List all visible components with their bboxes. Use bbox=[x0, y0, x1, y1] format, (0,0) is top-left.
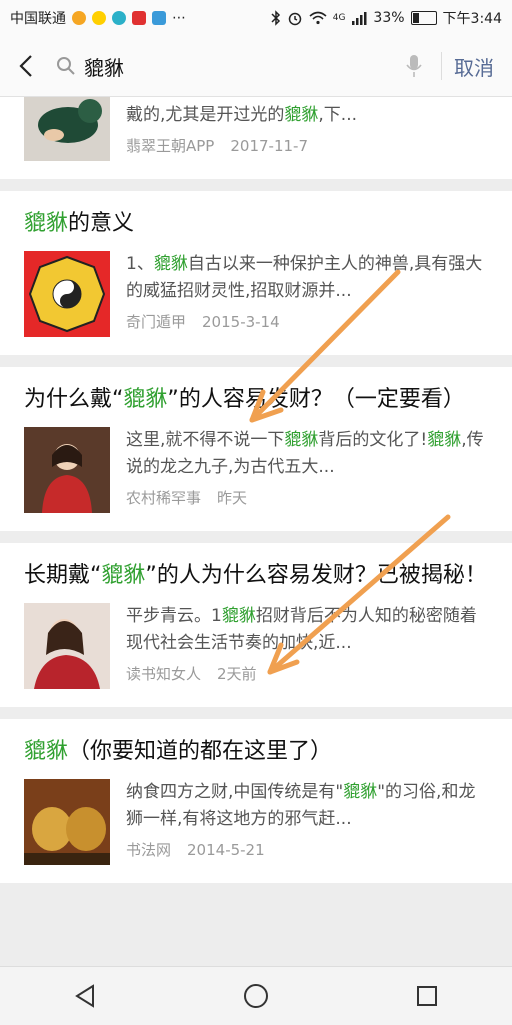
carrier-label: 中国联通 bbox=[10, 11, 66, 27]
search-input[interactable]: 貔貅 bbox=[46, 46, 429, 86]
chevron-left-icon bbox=[19, 55, 32, 77]
keyword-highlight: 貔貅 bbox=[24, 739, 69, 764]
keyword-highlight: 貔貅 bbox=[284, 105, 319, 125]
result-meta: 读书知女人 2天前 bbox=[126, 663, 488, 684]
result-date: 2天前 bbox=[217, 665, 257, 683]
text-segment: ”的人为什么容易发财？已被揭秘！ bbox=[145, 563, 487, 588]
result-title: 貔貅（你要知道的都在这里了） bbox=[24, 719, 488, 769]
keyword-highlight: 貔貅 bbox=[101, 563, 146, 588]
text-segment: 这里,就不得不说一下 bbox=[126, 430, 285, 450]
result-meta: 翡翠王朝APP 2017-11-7 bbox=[126, 135, 488, 156]
wifi-icon bbox=[309, 11, 327, 25]
result-thumbnail bbox=[24, 603, 110, 689]
nav-back-button[interactable] bbox=[55, 967, 115, 1025]
app-notification-icon bbox=[72, 11, 86, 25]
search-result-card[interactable]: 貔貅的意义 1、貔貅自古以来一种保护主人的神兽,具有强大的威猛招财灵性,招取财源并… bbox=[0, 191, 512, 355]
result-source: 书法网 bbox=[126, 841, 172, 859]
result-thumbnail bbox=[24, 779, 110, 865]
circle-home-icon bbox=[243, 984, 268, 1008]
text-segment: ,下... bbox=[318, 105, 358, 125]
app-notification-icon bbox=[92, 11, 106, 25]
triangle-back-icon bbox=[75, 984, 95, 1008]
voice-input-button[interactable] bbox=[399, 54, 429, 78]
result-source: 农村稀罕事 bbox=[126, 489, 202, 507]
bluetooth-icon bbox=[271, 10, 280, 26]
result-meta: 书法网 2014-5-21 bbox=[126, 839, 488, 860]
result-source: 翡翠王朝APP bbox=[126, 137, 215, 155]
result-source: 奇门遁甲 bbox=[126, 313, 187, 331]
back-button[interactable] bbox=[6, 36, 46, 96]
result-snippet: 这里,就不得不说一下貔貅背后的文化了!貔貅,传说的龙之九子,为古代五大... bbox=[126, 427, 488, 481]
square-recents-icon bbox=[416, 986, 437, 1006]
result-meta: 农村稀罕事 昨天 bbox=[126, 487, 488, 508]
result-date: 2014-5-21 bbox=[187, 841, 265, 859]
system-nav-bar bbox=[0, 966, 512, 1025]
text-segment: 的意义 bbox=[68, 211, 135, 236]
cancel-button[interactable]: 取消 bbox=[454, 52, 494, 81]
result-source: 读书知女人 bbox=[126, 665, 202, 683]
text-segment: 长期戴“ bbox=[24, 563, 102, 588]
text-segment: 平步青云。1 bbox=[126, 606, 222, 626]
search-result-card[interactable]: 长期戴“貔貅”的人为什么容易发财？已被揭秘！ 平步青云。1貔貅招财背后不为人知的秘… bbox=[0, 543, 512, 707]
result-date: 2015-3-14 bbox=[202, 313, 280, 331]
search-result-card[interactable]: 为什么戴“貔貅”的人容易发财？（一定要看） 这里,就不得不说一下貔貅背后的文化了!… bbox=[0, 367, 512, 531]
text-segment: 1、 bbox=[126, 254, 154, 274]
nav-home-button[interactable] bbox=[226, 967, 286, 1025]
microphone-icon bbox=[406, 55, 422, 77]
battery-percent: 33% bbox=[373, 10, 405, 26]
search-result-card[interactable]: 又能养生辟邪。可是,貔貅也不是所有人都适合戴的,尤其是开过光的貔貅,下... 翡翠… bbox=[0, 97, 512, 179]
keyword-highlight: 貔貅 bbox=[427, 430, 462, 450]
keyword-highlight: 貔貅 bbox=[24, 211, 69, 236]
search-query: 貔貅 bbox=[84, 55, 124, 80]
result-title: 长期戴“貔貅”的人为什么容易发财？已被揭秘！ bbox=[24, 543, 488, 593]
text-segment: 纳食四方之财,中国传统是有" bbox=[126, 782, 344, 802]
search-result-card[interactable]: 貔貅（你要知道的都在这里了） 纳食四方之财,中国传统是有"貔貅"的习俗,和龙狮一样… bbox=[0, 719, 512, 883]
keyword-highlight: 貔貅 bbox=[343, 782, 378, 802]
search-icon bbox=[57, 57, 75, 75]
app-notification-icon bbox=[132, 11, 146, 25]
result-snippet: 纳食四方之财,中国传统是有"貔貅"的习俗,和龙狮一样,有将这地方的邪气赶... bbox=[126, 779, 488, 833]
text-segment: 为什么戴“ bbox=[24, 387, 124, 412]
text-segment: 背后的文化了! bbox=[318, 430, 428, 450]
text-segment: 又能养生辟邪。可是, bbox=[126, 97, 284, 98]
result-title: 为什么戴“貔貅”的人容易发财？（一定要看） bbox=[24, 367, 488, 417]
search-bar: 貔貅 取消 bbox=[0, 36, 512, 97]
result-thumbnail bbox=[24, 251, 110, 337]
text-segment: （你要知道的都在这里了） bbox=[68, 739, 333, 764]
result-date: 昨天 bbox=[217, 489, 248, 507]
network-type: 4G bbox=[332, 13, 346, 23]
result-meta: 奇门遁甲 2015-3-14 bbox=[126, 311, 488, 332]
result-thumbnail bbox=[24, 427, 110, 513]
result-date: 2017-11-7 bbox=[230, 137, 308, 155]
result-snippet: 平步青云。1貔貅招财背后不为人知的秘密随着现代社会生活节奏的加快,近... bbox=[126, 603, 488, 657]
alarm-icon bbox=[288, 12, 301, 26]
nav-recents-button[interactable] bbox=[397, 967, 457, 1025]
results-list: 又能养生辟邪。可是,貔貅也不是所有人都适合戴的,尤其是开过光的貔貅,下... 翡翠… bbox=[0, 97, 512, 966]
keyword-highlight: 貔貅 bbox=[123, 387, 168, 412]
signal-icon bbox=[352, 12, 367, 25]
keyword-highlight: 貔貅 bbox=[153, 254, 188, 274]
keyword-highlight: 貔貅 bbox=[284, 97, 318, 98]
result-snippet: 1、貔貅自古以来一种保护主人的神兽,具有强大的威猛招财灵性,招取财源并... bbox=[126, 251, 488, 305]
text-segment: ”的人容易发财？（一定要看） bbox=[167, 387, 465, 412]
app-notification-icon bbox=[152, 11, 166, 25]
more-notifications-icon: ⋯ bbox=[172, 10, 186, 26]
result-thumbnail bbox=[24, 97, 110, 161]
status-bar: 中国联通 ⋯ 4G 33% 下午3:44 bbox=[0, 0, 512, 36]
keyword-highlight: 貔貅 bbox=[221, 606, 256, 626]
divider bbox=[441, 52, 442, 80]
battery-icon bbox=[410, 11, 437, 25]
result-snippet: 又能养生辟邪。可是,貔貅也不是所有人都适合戴的,尤其是开过光的貔貅,下... bbox=[126, 97, 488, 129]
clock: 下午3:44 bbox=[442, 11, 502, 27]
keyword-highlight: 貔貅 bbox=[284, 430, 319, 450]
app-notification-icon bbox=[112, 11, 126, 25]
result-title: 貔貅的意义 bbox=[24, 191, 488, 241]
